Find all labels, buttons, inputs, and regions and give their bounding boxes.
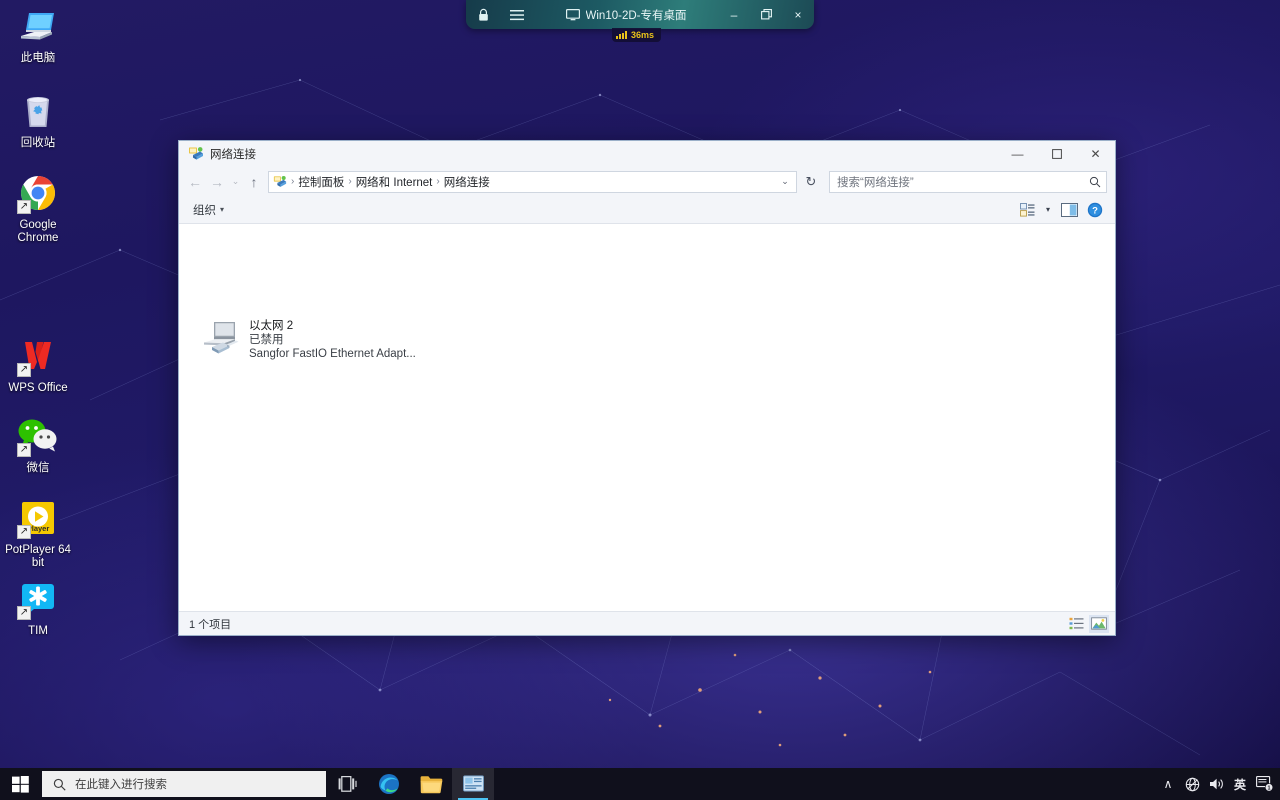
remote-desktop-toolbar[interactable]: Win10-2D-专有桌面 – × <box>466 0 814 29</box>
search-input[interactable]: 搜索“网络连接” <box>837 174 1089 190</box>
desktop-icon-label: 微信 <box>27 462 50 475</box>
breadcrumb[interactable]: › 控制面板 › 网络和 Internet › 网络连接 ⌄ <box>268 171 797 193</box>
action-center-icon[interactable]: 1 <box>1252 768 1278 800</box>
back-button[interactable]: ← <box>184 170 206 194</box>
taskbar-search-box[interactable]: 在此键入进行搜索 <box>42 771 326 797</box>
remote-minimize-button[interactable]: – <box>718 0 750 29</box>
organize-label: 组织 <box>193 202 216 218</box>
search-icon <box>53 778 66 791</box>
refresh-button[interactable]: ↻ <box>800 171 822 193</box>
status-bar: 1 个项目 <box>179 611 1115 635</box>
svg-text:1: 1 <box>1268 786 1271 792</box>
chevron-down-icon: ▾ <box>220 205 224 214</box>
address-bar-row[interactable]: ← → ⌄ ↑ › 控制面板 › 网络和 Int <box>179 167 1115 196</box>
remote-session-name: Win10-2D-专有桌面 <box>586 7 687 23</box>
taskbar[interactable]: 在此键入进行搜索 <box>0 768 1280 800</box>
network-connections-icon <box>188 146 204 162</box>
monitor-icon <box>566 9 580 21</box>
task-view-icon[interactable] <box>326 768 368 800</box>
signal-strength-icon <box>616 31 627 39</box>
desktop-icon-label: WPS Office <box>8 382 67 395</box>
potplayer-icon: Player <box>17 497 59 539</box>
list-item-text: 以太网 2 已禁用 Sangfor FastIO Ethernet Adapt.… <box>249 318 416 360</box>
adapter-status: 已禁用 <box>249 333 416 347</box>
search-box[interactable]: 搜索“网络连接” <box>829 171 1107 193</box>
tim-icon <box>17 578 59 620</box>
desktop[interactable]: 此电脑 回收站 <box>0 0 1280 800</box>
desktop-icon-google-chrome[interactable]: Google Chrome <box>0 172 76 245</box>
remote-restore-button[interactable] <box>750 0 782 29</box>
breadcrumb-dropdown-button[interactable]: ⌄ <box>777 176 793 187</box>
wechat-icon <box>17 415 59 457</box>
window-titlebar[interactable]: 网络连接 — ✕ <box>179 141 1115 167</box>
help-icon[interactable]: ? <box>1082 199 1108 221</box>
windows-start-icon[interactable] <box>0 768 40 800</box>
maximize-button[interactable] <box>1037 141 1076 167</box>
recycle-bin-icon <box>17 90 59 132</box>
desktop-icon-tim[interactable]: TIM <box>0 578 76 638</box>
this-pc-icon <box>17 5 59 47</box>
breadcrumb-network-icon <box>273 175 287 189</box>
shortcut-overlay-icon <box>17 525 31 539</box>
close-button[interactable]: ✕ <box>1076 141 1115 167</box>
desktop-icon-label: 此电脑 <box>21 52 56 65</box>
recent-locations-button[interactable]: ⌄ <box>228 170 243 194</box>
breadcrumb-item-control-panel[interactable]: 控制面板 <box>295 174 347 190</box>
remote-latency-indicator: 36ms <box>612 28 661 42</box>
file-explorer-icon[interactable] <box>410 768 452 800</box>
shortcut-overlay-icon <box>17 363 31 377</box>
system-tray[interactable]: ∧ 英 <box>1156 768 1280 800</box>
desktop-icon-wechat[interactable]: 微信 <box>0 415 76 475</box>
network-globe-icon[interactable] <box>1180 768 1204 800</box>
shortcut-overlay-icon <box>17 606 31 620</box>
up-button[interactable]: ↑ <box>243 170 265 194</box>
breadcrumb-item-network-internet[interactable]: 网络和 Internet <box>353 174 436 190</box>
ethernet-adapter-icon <box>201 318 241 358</box>
lock-icon[interactable] <box>466 0 500 29</box>
file-list-area[interactable]: 以太网 2 已禁用 Sangfor FastIO Ethernet Adapt.… <box>179 224 1115 611</box>
desktop-icon-label: TIM <box>28 625 48 638</box>
remote-session-title: Win10-2D-专有桌面 <box>534 7 718 23</box>
taskbar-network-connections-icon[interactable] <box>452 768 494 800</box>
breadcrumb-item-network-connections[interactable]: 网络连接 <box>441 174 493 190</box>
desktop-icon-potplayer[interactable]: Player PotPlayer 64 bit <box>0 497 76 570</box>
minimize-button[interactable]: — <box>998 141 1037 167</box>
desktop-icon-this-pc[interactable]: 此电脑 <box>0 5 76 65</box>
hamburger-menu-icon[interactable] <box>500 0 534 29</box>
desktop-icon-label: 回收站 <box>21 137 56 150</box>
volume-icon[interactable] <box>1204 768 1228 800</box>
taskbar-search-input[interactable]: 在此键入进行搜索 <box>75 776 167 792</box>
network-connections-window[interactable]: 网络连接 — ✕ ← → ⌄ ↑ <box>178 140 1116 636</box>
remote-close-button[interactable]: × <box>782 0 814 29</box>
latency-value: 36ms <box>631 30 654 40</box>
organize-menu-button[interactable]: 组织 ▾ <box>193 202 224 218</box>
svg-text:?: ? <box>1092 205 1098 216</box>
forward-button[interactable]: → <box>206 170 228 194</box>
shortcut-overlay-icon <box>17 200 31 214</box>
shortcut-overlay-icon <box>17 443 31 457</box>
change-view-icon[interactable] <box>1014 199 1040 221</box>
details-view-icon[interactable] <box>1066 615 1086 633</box>
change-view-dropdown[interactable]: ▾ <box>1040 199 1056 221</box>
list-item[interactable]: 以太网 2 已禁用 Sangfor FastIO Ethernet Adapt.… <box>198 314 410 364</box>
show-hidden-icons-button[interactable]: ∧ <box>1156 768 1180 800</box>
command-toolbar[interactable]: 组织 ▾ ▾ <box>179 196 1115 224</box>
large-icons-view-icon[interactable] <box>1089 615 1109 633</box>
adapter-name: 以太网 2 <box>249 319 416 333</box>
search-icon <box>1089 176 1101 188</box>
ime-indicator[interactable]: 英 <box>1228 768 1252 800</box>
desktop-icon-wps-office[interactable]: WPS Office <box>0 335 76 395</box>
desktop-icon-label: PotPlayer 64 bit <box>0 544 76 570</box>
item-count: 1 个项目 <box>189 616 231 632</box>
wps-office-icon <box>17 335 59 377</box>
microsoft-edge-icon[interactable] <box>368 768 410 800</box>
google-chrome-icon <box>17 172 59 214</box>
desktop-icon-label: Google Chrome <box>0 219 76 245</box>
window-title-text: 网络连接 <box>210 146 256 162</box>
adapter-device: Sangfor FastIO Ethernet Adapt... <box>249 347 416 361</box>
desktop-icon-recycle-bin[interactable]: 回收站 <box>0 90 76 150</box>
preview-pane-icon[interactable] <box>1056 199 1082 221</box>
